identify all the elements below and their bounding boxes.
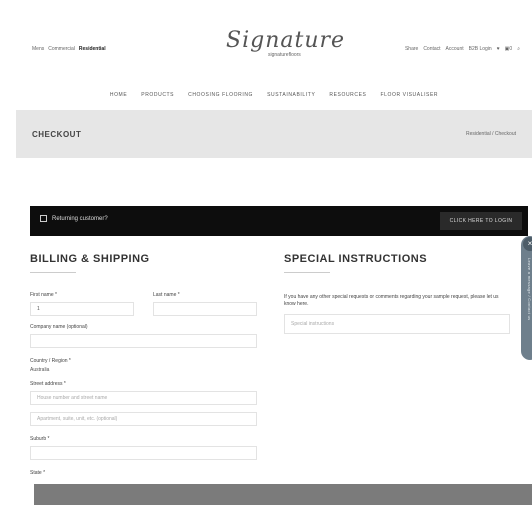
logo-script: Signature [226, 28, 346, 53]
side-message-tab[interactable]: Leave a message / Contact us [521, 236, 532, 360]
nav-home[interactable]: HOME [110, 92, 127, 98]
special-instructions-field[interactable]: Special instructions [284, 314, 510, 334]
country-value[interactable]: Australia [30, 367, 49, 373]
calendar-icon [40, 215, 47, 222]
breadcrumb[interactable]: Residential / Checkout [466, 131, 516, 137]
nav-products[interactable]: PRODUCTS [141, 92, 174, 98]
heart-icon[interactable]: ♥ [497, 46, 500, 52]
state-label: State * [30, 470, 46, 476]
first-name-label: First name * [30, 292, 57, 298]
special-instructions-title: SPECIAL INSTRUCTIONS [284, 253, 428, 265]
link-account[interactable]: Account [446, 46, 464, 52]
billing-underline [30, 272, 76, 273]
billing-title: BILLING & SHIPPING [30, 253, 150, 265]
special-instructions-text: If you have any other special requests o… [284, 294, 499, 307]
suburb-label: Suburb * [30, 436, 50, 442]
returning-customer-text: Returning customer? [52, 216, 108, 222]
last-name-label: Last name * [153, 292, 180, 298]
side-tab-text: Leave a message / Contact us [527, 258, 532, 321]
nav-resources[interactable]: RESOURCES [329, 92, 366, 98]
company-label: Company name (optional) [30, 324, 88, 330]
link-share[interactable]: Share [405, 46, 418, 52]
top-left-links: Mens Commercial Residential [32, 46, 106, 52]
login-button[interactable]: CLICK HERE TO LOGIN [440, 212, 522, 230]
suburb-field[interactable] [30, 446, 257, 460]
first-name-field[interactable]: 1 [30, 302, 134, 316]
nav-sustainability[interactable]: SUSTAINABILITY [267, 92, 315, 98]
close-icon[interactable]: × [523, 237, 532, 251]
link-commercial[interactable]: Commercial [48, 46, 75, 52]
cart-count: 0 [509, 46, 513, 52]
logo-sub: signaturefloors [268, 52, 301, 58]
street2-field[interactable]: Apartment, suite, unit, etc. (optional) [30, 412, 257, 426]
link-b2b-login[interactable]: B2B Login [469, 46, 492, 52]
link-contact[interactable]: Contact [423, 46, 440, 52]
special-underline [284, 272, 330, 273]
street-label: Street address * [30, 381, 66, 387]
nav-floor-visualiser[interactable]: FLOOR VISUALISER [380, 92, 438, 98]
cart-icon[interactable]: ▣0 [505, 46, 513, 52]
last-name-field[interactable] [153, 302, 257, 316]
nav-choosing-flooring[interactable]: CHOOSING FLOORING [188, 92, 253, 98]
country-label: Country / Region * [30, 358, 71, 364]
logo[interactable]: Signature signaturefloors [226, 28, 346, 66]
street-field[interactable]: House number and street name [30, 391, 257, 405]
link-residential[interactable]: Residential [79, 46, 106, 52]
link-mens[interactable]: Mens [32, 46, 44, 52]
page-title: CHECKOUT [32, 130, 82, 139]
company-field[interactable] [30, 334, 257, 348]
checkout-page: Mens Commercial Residential Signature si… [16, 8, 532, 484]
returning-customer-bar: Returning customer? CLICK HERE TO LOGIN [30, 206, 528, 236]
top-right-links: Share Contact Account B2B Login ♥ ▣0 ⌕ [405, 46, 520, 52]
main-nav: HOME PRODUCTS CHOOSING FLOORING SUSTAINA… [16, 92, 532, 98]
page-header-bar: CHECKOUT Residential / Checkout [16, 110, 532, 158]
bottom-bar [34, 484, 532, 505]
search-icon[interactable]: ⌕ [517, 46, 520, 52]
